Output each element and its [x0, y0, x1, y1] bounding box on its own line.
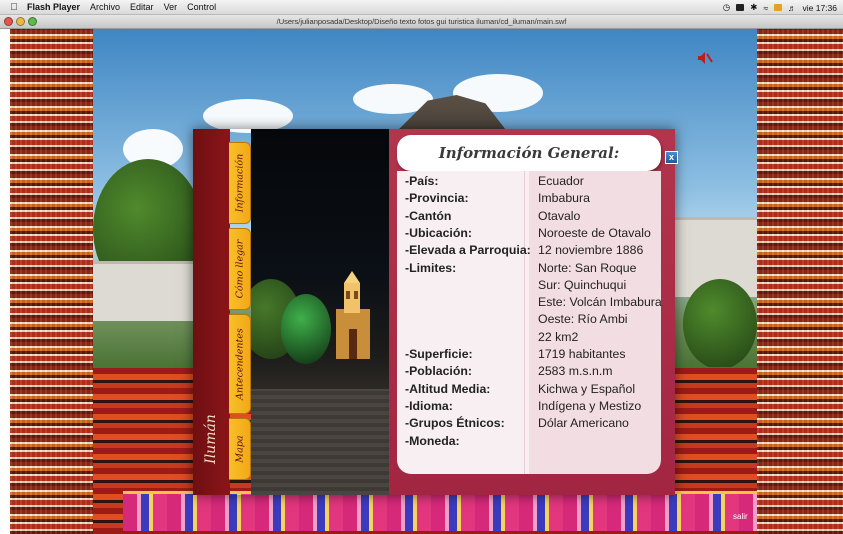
- right-textile-border: [757, 29, 843, 534]
- value-moneda: Dólar Americano: [538, 416, 629, 431]
- label-canton: -Cantón: [405, 208, 452, 223]
- label-limites: -Limites:: [405, 260, 457, 275]
- logo-text: Ilumán: [203, 414, 219, 464]
- flash-stage: salir Información Cómo llegar Antecenden…: [0, 29, 843, 534]
- wifi-icon[interactable]: ≈: [763, 3, 768, 13]
- value-ubicacion: Noroeste de Otavalo: [538, 225, 651, 240]
- value-canton: Otavalo: [538, 208, 581, 223]
- window-titlebar: /Users/julianposada/Desktop/Diseño texto…: [0, 15, 843, 29]
- value-limite-norte: Norte: San Roque: [538, 260, 637, 275]
- value-altitud: 2583 m.s.n.m: [538, 364, 613, 379]
- value-idioma: Kichwa y Español: [538, 381, 636, 396]
- close-window-button[interactable]: [4, 17, 13, 26]
- window-title: /Users/julianposada/Desktop/Diseño texto…: [276, 17, 567, 26]
- label-provincia: -Provincia:: [405, 191, 469, 206]
- church-night-photo: [251, 129, 389, 495]
- tab-informacion[interactable]: Información: [229, 142, 251, 224]
- tab-mapa[interactable]: Mapa: [229, 418, 251, 480]
- tab-mapa-label: Mapa: [234, 435, 245, 463]
- value-limite-sur: Sur: Quinchuqui: [538, 277, 627, 292]
- info-panel: Información General: x -País: -Provincia…: [389, 129, 678, 495]
- clock-text[interactable]: vie 17:36: [803, 3, 838, 13]
- value-superficie: 22 km2: [538, 329, 579, 344]
- zoom-window-button[interactable]: [28, 17, 37, 26]
- info-modal: Información Cómo llegar Antecendentes Ma…: [193, 129, 678, 495]
- menu-ver[interactable]: Ver: [159, 2, 183, 12]
- menu-editar[interactable]: Editar: [125, 2, 159, 12]
- time-machine-icon[interactable]: ◷: [723, 2, 730, 13]
- exit-button[interactable]: salir: [733, 512, 748, 521]
- tab-como-llegar-label: Cómo llegar: [234, 239, 245, 299]
- menu-bar:  Flash Player Archivo Editar Ver Contro…: [0, 0, 843, 15]
- value-pais: Ecuador: [538, 174, 584, 188]
- volume-icon[interactable]: ♬: [788, 3, 797, 13]
- label-superficie: -Superficie:: [405, 347, 473, 361]
- panel-title: Información General:: [397, 135, 661, 171]
- label-altitud: -Altitud Media:: [405, 381, 491, 396]
- embroidered-fabric: [123, 491, 757, 531]
- iluman-logo: Ilumán: [196, 409, 226, 469]
- flag-icon[interactable]: [774, 4, 782, 11]
- value-limite-oeste: Oeste: Río Ambi: [538, 312, 628, 327]
- display-icon[interactable]: [736, 4, 745, 11]
- value-grupos-etnicos: Indígena y Mestizo: [538, 398, 642, 413]
- left-textile-border: [10, 29, 103, 534]
- church-icon: [336, 271, 370, 359]
- tab-informacion-label: Información: [234, 153, 245, 213]
- menu-app-name[interactable]: Flash Player: [22, 2, 85, 12]
- value-poblacion: 1719 habitantes: [538, 347, 626, 361]
- minimize-window-button[interactable]: [16, 17, 25, 26]
- label-moneda: -Moneda:: [405, 433, 460, 448]
- status-area: ◷ ✱ ≈ ♬ vie 17:36: [723, 0, 837, 15]
- plaza-ground: [251, 389, 389, 495]
- tab-antecendentes[interactable]: Antecendentes: [229, 314, 251, 414]
- label-grupos-etnicos: -Grupos Étnicos:: [405, 416, 505, 431]
- value-limite-este: Este: Volcán Imbabura: [538, 295, 662, 310]
- tab-antecendentes-label: Antecendentes: [234, 328, 245, 400]
- value-provincia: Imbabura: [538, 191, 590, 206]
- apple-icon[interactable]: : [6, 2, 22, 13]
- menu-archivo[interactable]: Archivo: [85, 2, 125, 12]
- value-elevada: 12 noviembre 1886: [538, 243, 644, 258]
- info-card: -País: -Provincia: -Cantón -Ubicación: -…: [397, 171, 662, 474]
- label-pais: -País:: [405, 174, 439, 188]
- label-elevada: -Elevada a Parroquia:: [405, 243, 531, 258]
- close-button[interactable]: x: [665, 151, 678, 164]
- label-poblacion: -Población:: [405, 364, 472, 379]
- sound-toggle-icon[interactable]: [697, 51, 713, 65]
- label-idioma: -Idioma:: [405, 398, 453, 413]
- tab-como-llegar[interactable]: Cómo llegar: [229, 228, 251, 310]
- bluetooth-icon[interactable]: ✱: [750, 2, 757, 13]
- menu-control[interactable]: Control: [182, 2, 221, 12]
- label-ubicacion: -Ubicación:: [405, 225, 472, 240]
